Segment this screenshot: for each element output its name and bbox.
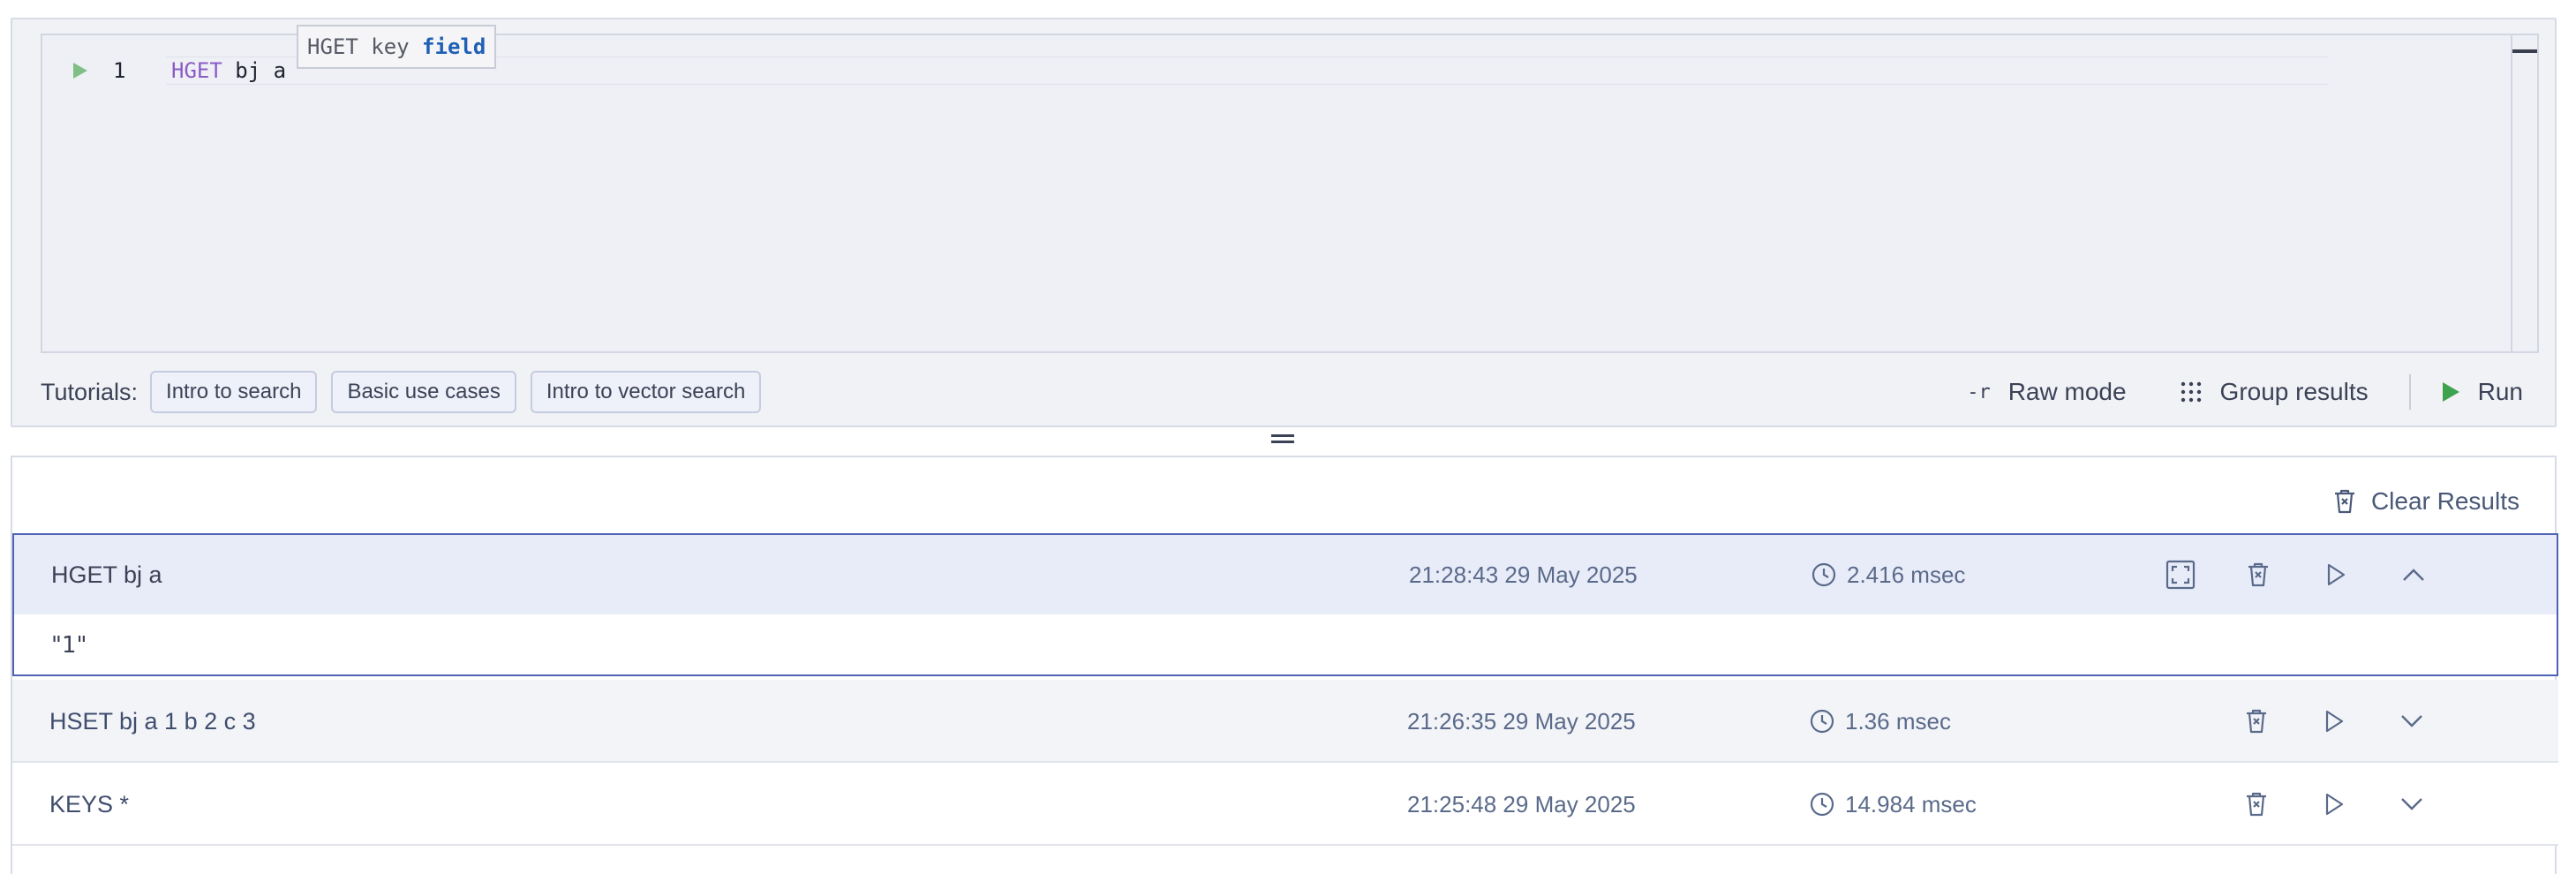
result-command: KEYS * — [49, 791, 130, 817]
result-header[interactable]: HGET bj a 21:28:43 29 May 2025 2.416 mse… — [14, 535, 2557, 614]
toolbar-divider — [2408, 374, 2411, 410]
clock-icon — [1810, 792, 1834, 817]
code-line[interactable]: HGET bj a — [171, 57, 286, 85]
editor-scrollbar[interactable] — [2511, 35, 2537, 351]
run-label: Run — [2477, 378, 2523, 405]
result-card: HGET bj a 21:28:43 29 May 2025 2.416 mse… — [12, 533, 2558, 676]
duration-value: 1.36 msec — [1845, 707, 1951, 735]
trash-icon — [2247, 709, 2266, 734]
result-card[interactable]: HSET bj a 1 b 2 c 3 21:26:35 29 May 2025… — [12, 680, 2558, 763]
expand-result-button[interactable] — [2392, 763, 2431, 846]
raw-mode-label: Raw mode — [2007, 378, 2127, 405]
raw-mode-toggle[interactable]: -r Raw mode — [1967, 378, 2126, 406]
trash-icon — [2332, 488, 2357, 515]
clock-icon — [1810, 709, 1834, 734]
result-card[interactable]: KEYS * 21:25:48 29 May 2025 14.984 msec — [12, 763, 2558, 846]
hint-prefix: HGET key — [307, 34, 423, 59]
run-button[interactable]: Run — [2441, 378, 2523, 406]
play-outline-icon — [2325, 710, 2344, 733]
line-number: 1 — [113, 58, 126, 83]
result-output: "1" — [51, 632, 87, 659]
tutorials-bar: Tutorials: Intro to search Basic use cas… — [41, 371, 775, 413]
chevron-down-icon — [2401, 715, 2422, 727]
query-editor-panel: 1 HGET bj a HGET key field Tutorials: In… — [11, 18, 2557, 427]
rerun-command-button[interactable] — [2315, 680, 2354, 763]
clock-icon — [1811, 562, 1836, 587]
result-timestamp: 21:28:43 29 May 2025 — [1409, 561, 1638, 588]
fullscreen-icon — [2165, 560, 2196, 590]
clear-results-button[interactable]: Clear Results — [2332, 484, 2520, 519]
result-duration: 1.36 msec — [1810, 680, 1951, 763]
raw-mode-icon: -r — [1967, 380, 1991, 403]
delete-result-button[interactable] — [2239, 535, 2278, 614]
group-results-toggle[interactable]: Group results — [2180, 378, 2369, 406]
command-args: bj a — [222, 58, 287, 83]
group-results-label: Group results — [2219, 378, 2369, 405]
chevron-down-icon — [2401, 798, 2422, 810]
trash-icon — [2248, 562, 2268, 587]
tutorials-label: Tutorials: — [41, 378, 139, 405]
code-editor[interactable]: 1 HGET bj a — [41, 34, 2539, 353]
play-icon — [73, 63, 87, 79]
grid-dots-icon — [2180, 380, 2203, 403]
panel-resize-handle[interactable] — [1271, 434, 1294, 447]
play-outline-icon — [2327, 563, 2346, 586]
play-icon — [2441, 381, 2460, 403]
rerun-command-button[interactable] — [2315, 763, 2354, 846]
clear-results-label: Clear Results — [2370, 487, 2520, 515]
result-timestamp: 21:25:48 29 May 2025 — [1407, 791, 1636, 817]
tutorial-intro-to-search-button[interactable]: Intro to search — [150, 371, 318, 413]
result-command: HSET bj a 1 b 2 c 3 — [49, 708, 256, 735]
duration-value: 14.984 msec — [1845, 790, 1977, 817]
result-timestamp: 21:26:35 29 May 2025 — [1407, 708, 1636, 735]
chevron-up-icon — [2403, 569, 2424, 581]
expand-result-button[interactable] — [2392, 680, 2431, 763]
tutorial-intro-to-vector-search-button[interactable]: Intro to vector search — [530, 371, 762, 413]
fullscreen-button[interactable] — [2161, 535, 2200, 614]
tutorial-basic-use-cases-button[interactable]: Basic use cases — [331, 371, 516, 413]
collapse-result-button[interactable] — [2394, 535, 2433, 614]
scrollbar-marker — [2512, 49, 2537, 53]
hint-param: field — [422, 34, 486, 59]
run-line-button[interactable] — [69, 60, 90, 81]
trash-icon — [2247, 792, 2266, 817]
result-duration: 14.984 msec — [1810, 763, 1977, 846]
delete-result-button[interactable] — [2237, 763, 2276, 846]
editor-toolbar: -r Raw mode Group results Run — [1914, 371, 2523, 413]
result-duration: 2.416 msec — [1811, 535, 1965, 614]
command-syntax-hint: HGET key field — [297, 25, 497, 69]
play-outline-icon — [2325, 793, 2344, 816]
duration-value: 2.416 msec — [1847, 561, 1966, 588]
result-command: HGET bj a — [51, 561, 162, 588]
command-keyword: HGET — [171, 58, 222, 83]
rerun-command-button[interactable] — [2316, 535, 2355, 614]
delete-result-button[interactable] — [2237, 680, 2276, 763]
results-panel: Clear Results HGET bj a 21:28:43 29 May … — [11, 456, 2558, 874]
